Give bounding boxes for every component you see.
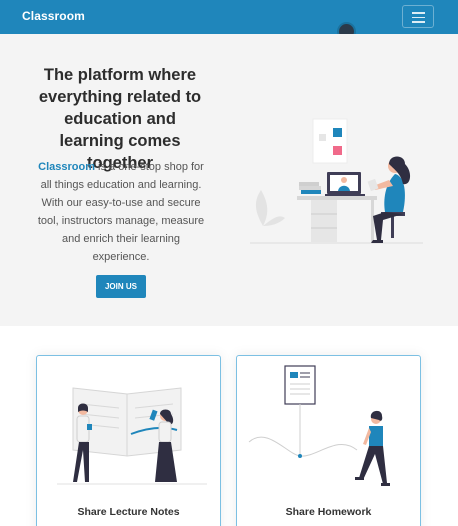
hamburger-icon bbox=[412, 12, 425, 14]
hero-description-text: is a one-stop shop for all things educat… bbox=[37, 161, 205, 263]
hero-illustration bbox=[250, 118, 423, 244]
hero-description: Classroom is a one-stop shop for all thi… bbox=[36, 158, 206, 266]
navbar: Classroom bbox=[0, 0, 458, 34]
hero-section: The platform where everything related to… bbox=[0, 34, 458, 326]
join-us-button[interactable]: JOIN US bbox=[96, 275, 146, 298]
hamburger-menu-button[interactable] bbox=[402, 5, 434, 28]
features-section: Share Lecture Notes Share Homework bbox=[0, 326, 458, 526]
card-title: Share Homework bbox=[285, 506, 372, 518]
brand-highlight: Classroom bbox=[38, 161, 95, 173]
lecture-notes-illustration bbox=[57, 387, 207, 485]
brand-logo[interactable]: Classroom bbox=[22, 9, 85, 23]
feature-card-homework[interactable]: Share Homework bbox=[236, 355, 421, 526]
feature-card-lecture-notes[interactable]: Share Lecture Notes bbox=[36, 355, 221, 526]
homework-illustration bbox=[248, 365, 390, 486]
card-title: Share Lecture Notes bbox=[77, 506, 180, 518]
